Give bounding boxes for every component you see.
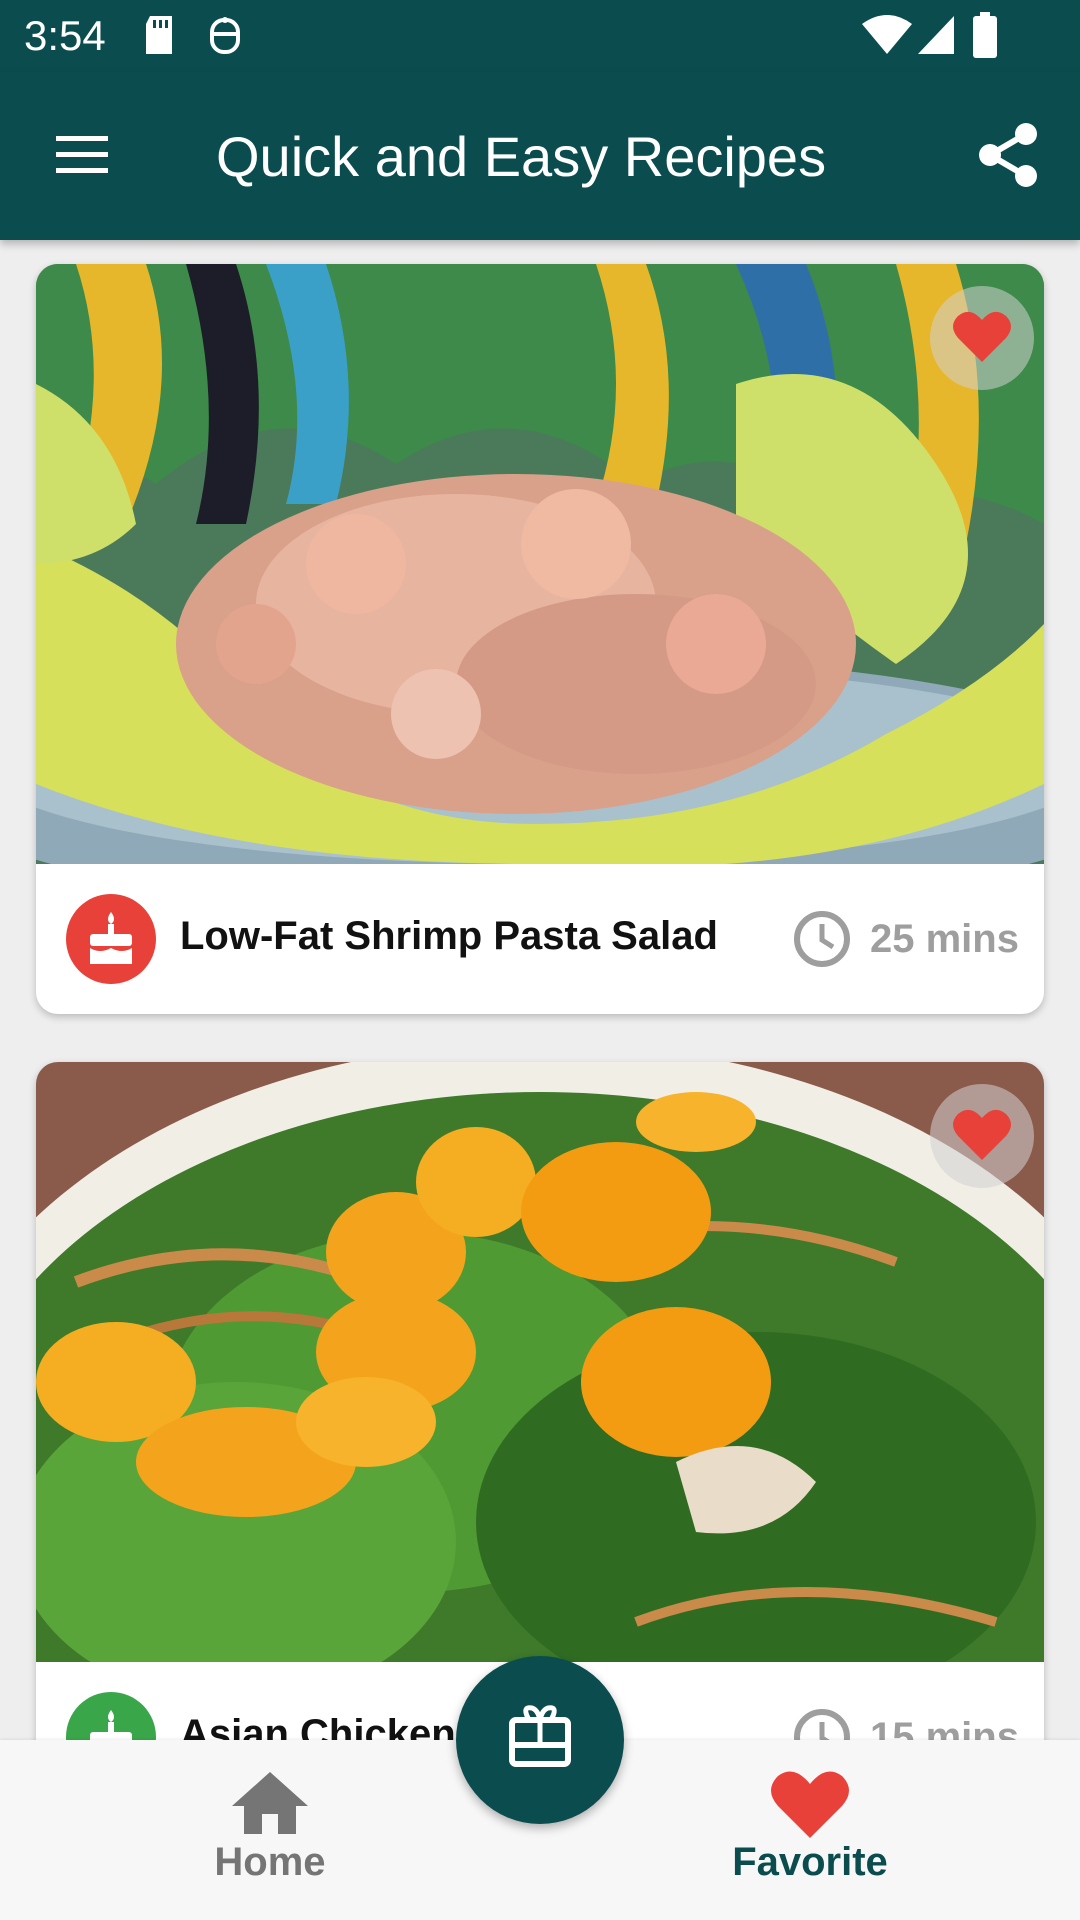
recipe-photo-asian-chicken[interactable] [36, 1062, 1044, 1662]
heart-icon [953, 311, 1011, 362]
nav-favorite[interactable]: Favorite [660, 1740, 960, 1920]
sd-card-icon [142, 14, 176, 61]
cake-icon [90, 1710, 132, 1740]
category-badge [66, 894, 156, 984]
menu-button[interactable] [52, 130, 112, 180]
heart-icon [771, 1771, 849, 1838]
favorite-toggle[interactable] [930, 286, 1034, 390]
signal-icon [916, 14, 956, 61]
status-bar: 3:54 [0, 0, 1080, 72]
recipe-list[interactable]: Low-Fat Shrimp Pasta Salad 25 mins Asian… [0, 240, 1080, 1740]
gift-card-fab[interactable] [456, 1656, 624, 1824]
recipe-photo-shrimp-pasta-salad[interactable] [36, 264, 1044, 864]
accessibility-icon [208, 14, 242, 61]
app-toolbar: Quick and Easy Recipes [0, 72, 1080, 240]
nav-home-label: Home [214, 1840, 326, 1884]
home-icon [232, 1772, 308, 1834]
nav-favorite-label: Favorite [732, 1840, 888, 1884]
cook-time-label: 25 mins [870, 917, 1019, 961]
category-badge [66, 1692, 156, 1740]
favorite-toggle[interactable] [930, 1084, 1034, 1188]
battery-icon [972, 12, 998, 63]
wifi-icon [862, 14, 912, 61]
gift-card-icon [509, 1705, 571, 1767]
nav-home[interactable]: Home [120, 1740, 420, 1920]
clock-icon [794, 911, 850, 967]
cook-time: 25 mins [792, 909, 1019, 969]
recipe-card[interactable]: Low-Fat Shrimp Pasta Salad 25 mins [36, 264, 1044, 1014]
cook-time: 15 mins [792, 1707, 1019, 1740]
cake-icon [90, 912, 132, 964]
share-button[interactable] [976, 120, 1040, 190]
clock-icon [794, 1709, 850, 1740]
recipe-card[interactable]: Asian Chicken 15 mins [36, 1062, 1044, 1740]
recipe-info: Low-Fat Shrimp Pasta Salad 25 mins [36, 864, 1044, 1014]
heart-icon [953, 1109, 1011, 1160]
status-time: 3:54 [24, 12, 106, 59]
recipe-name: Asian Chicken [180, 1712, 456, 1740]
hamburger-menu-icon [56, 136, 108, 173]
page-title: Quick and Easy Recipes [216, 125, 827, 188]
recipe-name: Low-Fat Shrimp Pasta Salad [180, 914, 718, 958]
cook-time-label: 15 mins [870, 1715, 1019, 1740]
share-icon [979, 123, 1037, 187]
